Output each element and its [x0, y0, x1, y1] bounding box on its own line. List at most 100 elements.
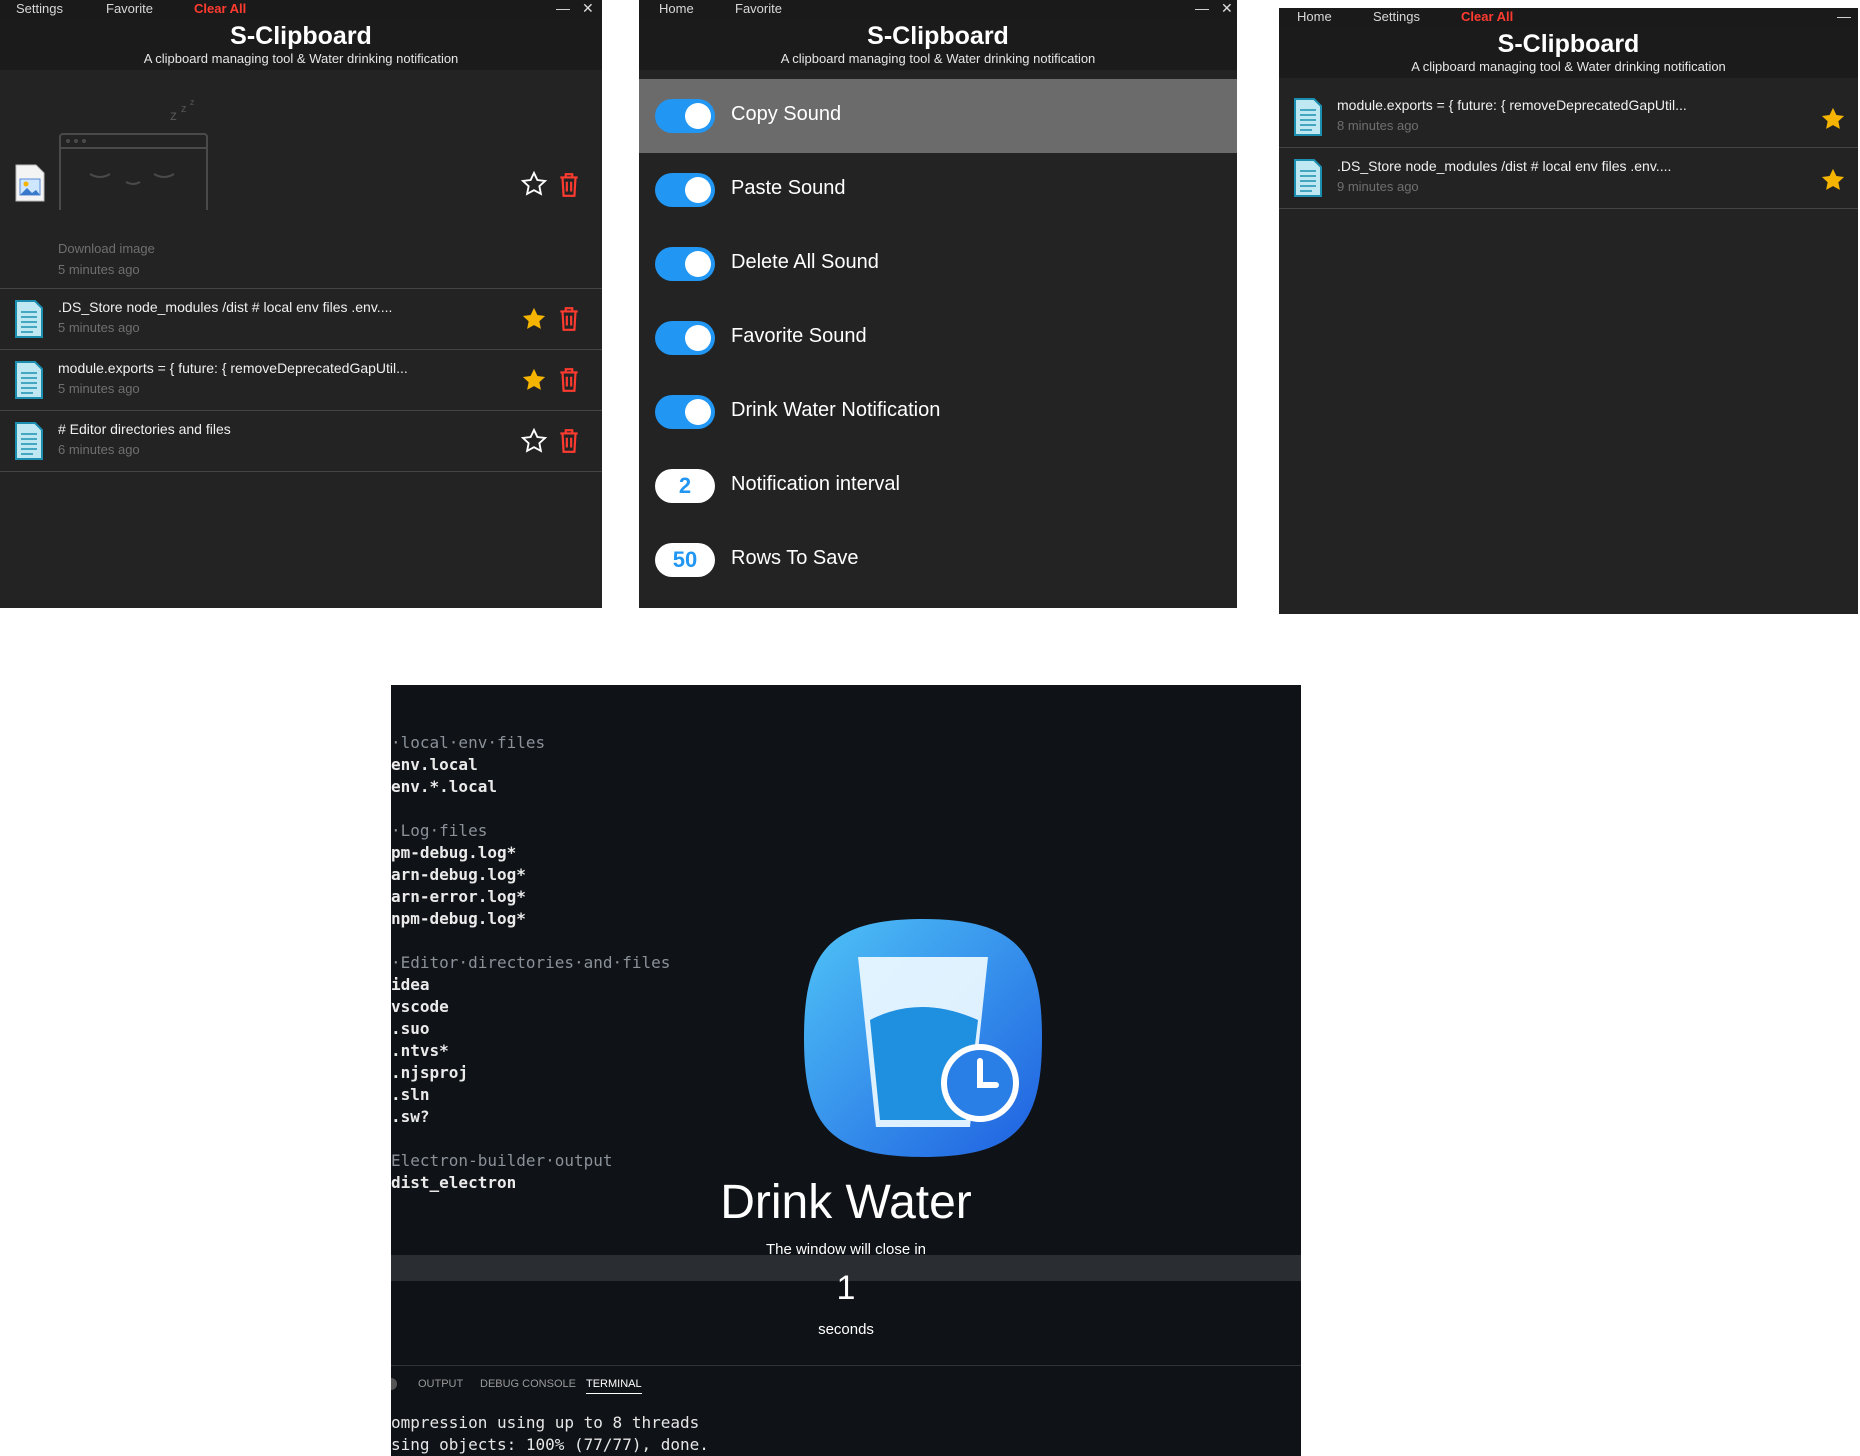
- trash-icon[interactable]: [558, 367, 580, 393]
- menu-clear-all[interactable]: Clear All: [194, 1, 246, 16]
- minimize-button[interactable]: —: [556, 0, 570, 16]
- code-line: arn-debug.log*: [391, 865, 526, 884]
- panel-status-dot: [391, 1378, 397, 1390]
- setting-label: Notification interval: [731, 473, 900, 495]
- notification-title: Drink Water: [720, 1176, 972, 1229]
- toggle-knob: [685, 103, 711, 129]
- number-input[interactable]: 50: [655, 543, 715, 577]
- code-line: pm-debug.log*: [391, 843, 517, 862]
- water-glass-icon: [804, 919, 1042, 1157]
- setting-favorite-sound[interactable]: Favorite Sound: [639, 301, 1237, 375]
- menu-bar: Settings Favorite Clear All — ✕: [0, 0, 602, 19]
- item-time: 6 minutes ago: [58, 442, 140, 457]
- panel-divider: [391, 1365, 1301, 1366]
- svg-text:z: z: [190, 97, 195, 107]
- setting-delete-all-sound[interactable]: Delete All Sound: [639, 227, 1237, 301]
- favorite-window: Home Settings Clear All — S-Clipboard A …: [1279, 8, 1858, 614]
- item-time: 5 minutes ago: [58, 320, 140, 335]
- app-subtitle: A clipboard managing tool & Water drinki…: [143, 51, 459, 66]
- code-line: idea: [391, 975, 430, 994]
- number-input[interactable]: 2: [655, 469, 715, 503]
- tab-debug-console[interactable]: DEBUG CONSOLE: [480, 1378, 576, 1390]
- list-item[interactable]: # Editor directories and files 6 minutes…: [0, 411, 602, 472]
- text-file-icon: [15, 361, 43, 399]
- toggle-switch[interactable]: [655, 321, 715, 355]
- item-label: # Editor directories and files: [58, 421, 231, 437]
- menu-favorite[interactable]: Favorite: [106, 1, 153, 16]
- trash-icon[interactable]: [558, 306, 580, 332]
- item-time: 5 minutes ago: [58, 381, 140, 396]
- star-filled-icon[interactable]: [1819, 166, 1847, 194]
- text-file-icon: [1294, 159, 1322, 197]
- trash-icon[interactable]: [558, 428, 580, 454]
- menu-bar: Home Settings Clear All —: [1279, 8, 1858, 27]
- tab-terminal[interactable]: TERMINAL: [586, 1378, 642, 1394]
- close-button[interactable]: ✕: [582, 0, 594, 17]
- setting-label: Favorite Sound: [731, 325, 867, 347]
- setting-label: Drink Water Notification: [731, 399, 941, 421]
- toggle-switch[interactable]: [655, 99, 715, 133]
- list-item[interactable]: .DS_Store node_modules /dist # local env…: [1279, 148, 1858, 209]
- setting-drink-water-notification[interactable]: Drink Water Notification: [639, 375, 1237, 449]
- code-line: .sw?: [391, 1107, 430, 1126]
- star-filled-icon[interactable]: [520, 305, 548, 333]
- app-title: S-Clipboard: [867, 22, 1009, 50]
- item-label: .DS_Store node_modules /dist # local env…: [1337, 158, 1672, 174]
- toggle-switch[interactable]: [655, 173, 715, 207]
- image-file-icon: [15, 164, 45, 202]
- item-label: Download image: [58, 241, 155, 256]
- toggle-knob: [685, 399, 711, 425]
- menu-favorite[interactable]: Favorite: [735, 1, 782, 16]
- setting-label: Rows To Save: [731, 547, 859, 569]
- text-file-icon: [1294, 98, 1322, 136]
- code-line: .sln: [391, 1085, 430, 1104]
- tab-output[interactable]: OUTPUT: [418, 1378, 463, 1390]
- code-line: env.local: [391, 755, 478, 774]
- item-label: .DS_Store node_modules /dist # local env…: [58, 299, 393, 315]
- app-subtitle: A clipboard managing tool & Water drinki…: [780, 51, 1096, 66]
- menu-clear-all[interactable]: Clear All: [1461, 9, 1513, 24]
- list-item[interactable]: module.exports = { future: { removeDepre…: [0, 350, 602, 411]
- list-item[interactable]: z z z Download image 5 minutes ago: [0, 76, 602, 289]
- terminal-line: ompression using up to 8 threads: [391, 1413, 700, 1432]
- settings-window: Home Favorite — ✕ S-Clipboard A clipboar…: [639, 0, 1237, 608]
- trash-icon[interactable]: [558, 172, 580, 198]
- toggle-switch[interactable]: [655, 247, 715, 281]
- star-filled-icon[interactable]: [520, 366, 548, 394]
- item-time: 5 minutes ago: [58, 262, 140, 277]
- star-outline-icon[interactable]: [520, 427, 548, 455]
- svg-text:z: z: [181, 103, 187, 115]
- list-item[interactable]: .DS_Store node_modules /dist # local env…: [0, 289, 602, 350]
- sleeping-window-illustration: z z z: [59, 97, 208, 210]
- setting-copy-sound[interactable]: Copy Sound: [639, 79, 1237, 153]
- toggle-knob: [685, 325, 711, 351]
- menu-settings[interactable]: Settings: [16, 1, 63, 16]
- app-title: S-Clipboard: [230, 22, 372, 50]
- terminal-line: sing objects: 100% (77/77), done.: [391, 1435, 709, 1454]
- menu-settings[interactable]: Settings: [1373, 9, 1420, 24]
- close-button[interactable]: ✕: [1221, 0, 1233, 17]
- item-time: 9 minutes ago: [1337, 179, 1419, 194]
- item-label: module.exports = { future: { removeDepre…: [1337, 97, 1687, 113]
- code-line: ·Editor·directories·and·files: [391, 953, 671, 972]
- code-line: Electron-builder·output: [391, 1151, 613, 1170]
- setting-paste-sound[interactable]: Paste Sound: [639, 153, 1237, 227]
- menu-home[interactable]: Home: [659, 1, 694, 16]
- code-line: .njsproj: [391, 1063, 469, 1082]
- code-line: ·Log·files: [391, 821, 488, 840]
- list-item[interactable]: module.exports = { future: { removeDepre…: [1279, 87, 1858, 148]
- setting-label: Delete All Sound: [731, 251, 879, 273]
- item-label: module.exports = { future: { removeDepre…: [58, 360, 408, 376]
- setting-rows-to-save[interactable]: 50 Rows To Save: [639, 523, 1237, 597]
- star-filled-icon[interactable]: [1819, 105, 1847, 133]
- toggle-switch[interactable]: [655, 395, 715, 429]
- minimize-button[interactable]: —: [1195, 0, 1209, 16]
- drink-water-notification: ·local·env·files env.local env.*.local ·Log…: [391, 685, 1301, 1456]
- setting-notification-interval[interactable]: 2 Notification interval: [639, 449, 1237, 523]
- svg-text:z: z: [170, 107, 177, 123]
- minimize-button[interactable]: —: [1837, 8, 1851, 24]
- menu-home[interactable]: Home: [1297, 9, 1332, 24]
- menu-bar: Home Favorite — ✕: [639, 0, 1237, 19]
- toggle-knob: [685, 177, 711, 203]
- star-outline-icon[interactable]: [520, 170, 548, 198]
